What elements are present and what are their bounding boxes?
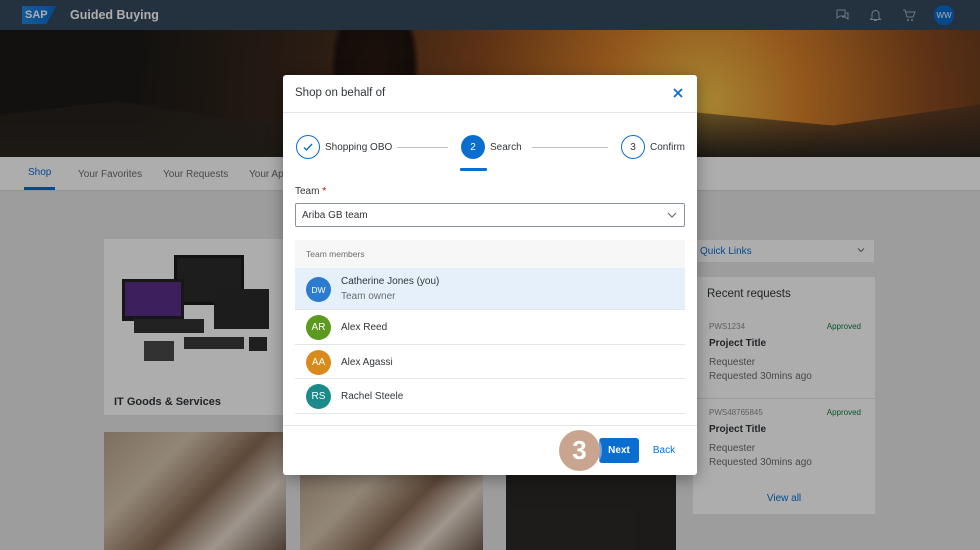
- team-member-row[interactable]: DW Catherine Jones (you) Team owner: [295, 268, 685, 310]
- avatar: RS: [306, 384, 331, 409]
- shop-on-behalf-dialog: Shop on behalf of Shopping OBO 2 Search …: [283, 75, 697, 475]
- chevron-down-icon[interactable]: [666, 209, 678, 221]
- dialog-footer: Next Back: [283, 425, 697, 475]
- team-field-label: Team *: [295, 186, 326, 197]
- dialog-title: Shop on behalf of: [295, 87, 386, 99]
- dialog-header: Shop on behalf of: [283, 75, 697, 113]
- team-member-row[interactable]: AA Alex Agassi: [295, 345, 685, 379]
- member-role: Team owner: [341, 291, 396, 302]
- step-1-indicator[interactable]: [296, 135, 320, 159]
- avatar: DW: [306, 277, 331, 302]
- member-name: Catherine Jones (you): [341, 276, 440, 287]
- step-2-indicator[interactable]: 2: [461, 135, 485, 159]
- avatar: AR: [306, 315, 331, 340]
- step-2-label: Search: [490, 142, 522, 153]
- member-name: Alex Reed: [341, 322, 388, 333]
- current-step-underline: [460, 168, 487, 171]
- team-select-value: Ariba GB team: [302, 209, 368, 221]
- step-connector: [532, 147, 608, 148]
- team-select[interactable]: Ariba GB team: [295, 203, 685, 227]
- wizard-progress: Shopping OBO 2 Search 3 Confirm: [283, 113, 697, 173]
- team-member-row[interactable]: RS Rachel Steele: [295, 379, 685, 414]
- step-3-label: Confirm: [650, 142, 686, 153]
- close-icon[interactable]: [671, 86, 685, 100]
- team-member-row[interactable]: AR Alex Reed: [295, 310, 685, 345]
- step-connector: [397, 147, 448, 148]
- step-1-label: Shopping OBO: [325, 142, 393, 153]
- checkmark-icon: [303, 143, 313, 152]
- tutorial-step-marker: 3: [559, 430, 600, 471]
- step-3-indicator[interactable]: 3: [621, 135, 645, 159]
- team-label-text: Team: [295, 186, 320, 197]
- required-marker: *: [322, 186, 327, 197]
- team-members-header: Team members: [295, 240, 685, 268]
- back-button[interactable]: Back: [649, 438, 679, 463]
- member-name: Rachel Steele: [341, 391, 404, 402]
- next-button[interactable]: Next: [599, 438, 639, 463]
- member-name: Alex Agassi: [341, 357, 393, 368]
- avatar: AA: [306, 350, 331, 375]
